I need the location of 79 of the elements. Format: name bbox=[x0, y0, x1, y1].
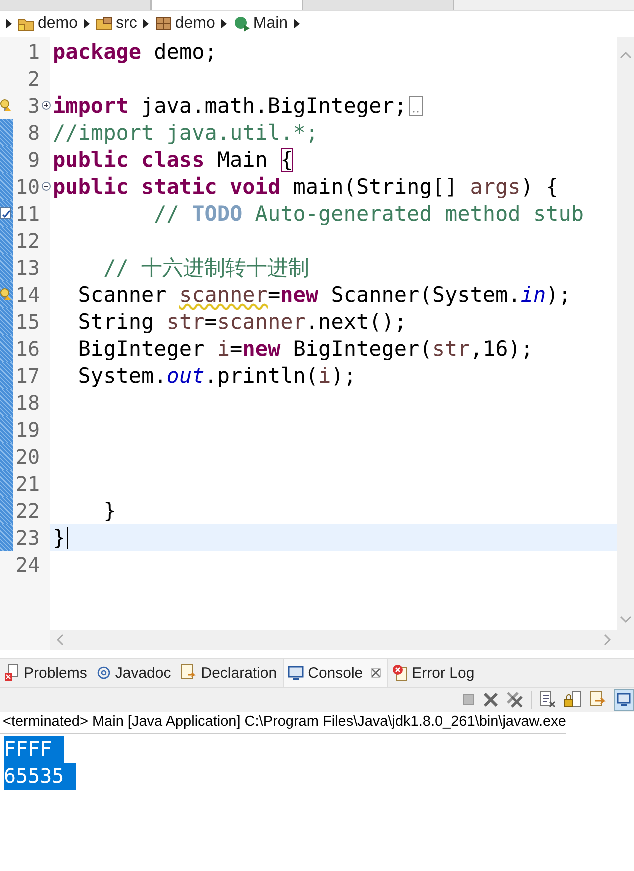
chevron-icon bbox=[6, 19, 12, 29]
monitor-icon bbox=[288, 666, 304, 680]
chevron-icon bbox=[221, 19, 228, 29]
line-number: 1 bbox=[26, 40, 40, 64]
remove-all-icon[interactable] bbox=[506, 691, 524, 709]
line-number: 17 bbox=[14, 364, 40, 388]
console-output: 65535 bbox=[4, 763, 76, 790]
chevron-icon bbox=[84, 19, 90, 29]
close-icon[interactable] bbox=[371, 668, 382, 678]
horizontal-scrollbar[interactable] bbox=[50, 630, 634, 650]
code-line: public class Main { bbox=[53, 148, 294, 172]
warning-bulb-icon bbox=[0, 99, 12, 112]
code-line: System.out.println(i); bbox=[77, 364, 356, 388]
code-line: import java.math.BigInteger; bbox=[53, 94, 408, 118]
chevron-icon bbox=[143, 19, 150, 29]
code-line: // TODO Auto-generated method stub bbox=[153, 202, 584, 226]
declaration-icon bbox=[181, 664, 198, 682]
line-number: 11 bbox=[14, 202, 40, 226]
line-number: 15 bbox=[14, 310, 40, 334]
at-sign-icon bbox=[97, 666, 112, 680]
view-tab[interactable]: Console bbox=[283, 659, 388, 687]
collapse-icon[interactable] bbox=[42, 182, 51, 191]
chevron-icon bbox=[294, 19, 300, 29]
scroll-right-icon[interactable] bbox=[604, 634, 612, 646]
view-tab[interactable]: Javadoc bbox=[93, 659, 178, 687]
code-line: String str=scanner.next(); bbox=[77, 310, 408, 334]
scroll-up-icon[interactable] bbox=[620, 51, 632, 59]
stop-icon[interactable] bbox=[462, 693, 476, 707]
vertical-scrollbar[interactable] bbox=[617, 37, 634, 630]
line-number: 2 bbox=[26, 66, 40, 90]
class-run-icon bbox=[233, 16, 252, 32]
text-cursor bbox=[66, 526, 68, 548]
line-number: 9 bbox=[26, 148, 40, 172]
code-line: } bbox=[102, 498, 116, 522]
problems-icon bbox=[4, 664, 20, 682]
display-console-button[interactable] bbox=[614, 689, 634, 711]
folded-code-icon[interactable] bbox=[409, 96, 424, 116]
breadcrumb-item[interactable]: Main bbox=[233, 15, 288, 33]
line-number: 18 bbox=[14, 390, 40, 414]
line-number: 3 bbox=[26, 94, 40, 118]
lock-icon[interactable] bbox=[564, 691, 582, 709]
code-line: Scanner scanner=new Scanner(System.in); bbox=[77, 282, 572, 306]
view-tab[interactable]: Error Log bbox=[388, 659, 481, 687]
console-output: FFFF bbox=[4, 736, 64, 763]
error-log-icon bbox=[392, 664, 408, 682]
breadcrumb-item[interactable]: demo bbox=[155, 15, 216, 33]
line-number: 23 bbox=[14, 526, 40, 550]
code-line: public static void main(String[] args) { bbox=[53, 174, 559, 198]
line-number: 22 bbox=[14, 498, 40, 522]
code-line: //import java.util.*; bbox=[53, 120, 319, 144]
line-number: 8 bbox=[26, 120, 40, 144]
line-number: 12 bbox=[14, 228, 40, 252]
view-tab[interactable]: Declaration bbox=[177, 659, 284, 687]
scroll-left-icon[interactable] bbox=[56, 634, 64, 646]
remove-icon[interactable] bbox=[483, 692, 499, 708]
line-number: 16 bbox=[14, 336, 40, 360]
line-number: 13 bbox=[14, 256, 40, 280]
warning-bulb-icon bbox=[0, 288, 12, 301]
task-icon bbox=[0, 207, 12, 220]
code-line: // 十六进制转十进制 bbox=[102, 254, 310, 282]
line-number: 21 bbox=[14, 472, 40, 496]
line-number: 14 bbox=[14, 282, 40, 306]
code-line: BigInteger i=new BigInteger(str,16); bbox=[77, 336, 534, 360]
document-arrow-icon[interactable] bbox=[589, 691, 607, 709]
expand-icon[interactable] bbox=[42, 101, 51, 110]
package-icon bbox=[155, 16, 174, 32]
line-number: 19 bbox=[14, 418, 40, 442]
monitor-icon bbox=[617, 692, 631, 708]
line-number: 24 bbox=[14, 552, 40, 576]
code-line: package demo; bbox=[53, 40, 218, 64]
breadcrumb-item[interactable]: src bbox=[96, 15, 138, 33]
clear-document-icon[interactable] bbox=[539, 691, 557, 709]
line-number: 20 bbox=[14, 444, 40, 468]
package-folder-icon bbox=[96, 16, 114, 32]
breadcrumb-item[interactable]: demo bbox=[18, 15, 78, 33]
view-tab[interactable]: Problems bbox=[0, 659, 94, 687]
line-number: 10 bbox=[14, 174, 40, 198]
scroll-down-icon[interactable] bbox=[620, 616, 632, 624]
code-line: } bbox=[53, 526, 66, 550]
